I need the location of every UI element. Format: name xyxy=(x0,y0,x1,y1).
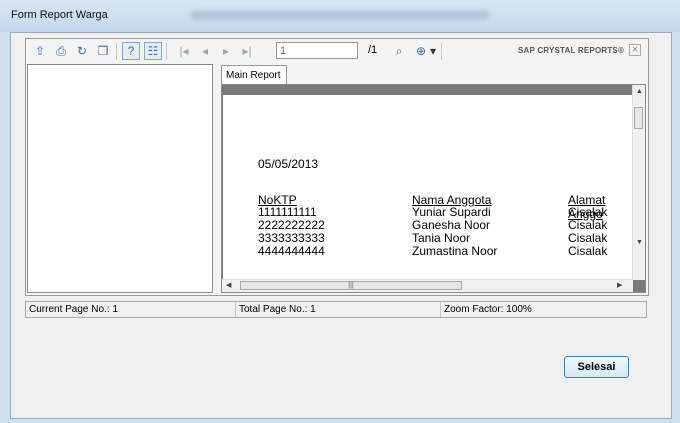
report-date: 05/05/2013 xyxy=(258,157,319,171)
table-cell: Zumastina Noor xyxy=(412,244,498,258)
zoom-dropdown-icon[interactable]: ▾ xyxy=(428,42,438,60)
first-page-icon[interactable]: |◂ xyxy=(175,42,193,60)
vertical-scroll-thumb[interactable] xyxy=(634,107,643,129)
last-page-icon[interactable]: ▸| xyxy=(238,42,256,60)
previous-page-icon[interactable]: ◂ xyxy=(196,42,214,60)
toolbar-separator xyxy=(166,43,167,60)
export-icon[interactable]: ⇧ xyxy=(31,42,49,60)
tab-main-report[interactable]: Main Report xyxy=(221,65,287,84)
copy-icon[interactable]: ❐ xyxy=(94,42,112,60)
table-cell: 4444444444 xyxy=(258,244,325,258)
group-tree-panel[interactable] xyxy=(27,64,213,293)
group-tree-toggle-icon[interactable]: ☷ xyxy=(144,42,162,60)
report-page: 05/05/2013 NoKTP Nama Anggota Alamat Ang… xyxy=(223,95,633,279)
table-cell: Cisalak xyxy=(568,244,608,258)
next-page-icon[interactable]: ▸ xyxy=(217,42,235,60)
window-title: Form Report Warga xyxy=(11,9,108,21)
horizontal-scrollbar[interactable]: ◀ ||| ▶ xyxy=(222,279,633,292)
horizontal-scroll-thumb[interactable]: ||| xyxy=(240,281,462,290)
refresh-icon[interactable]: ↻ xyxy=(73,42,91,60)
status-bar: Current Page No.: 1 Total Page No.: 1 Zo… xyxy=(25,301,647,318)
toolbar-separator xyxy=(116,43,117,60)
help-icon[interactable]: ? xyxy=(122,42,140,60)
vertical-scrollbar[interactable]: ▲ ▼ xyxy=(632,85,645,280)
brand-logo: SAP CRYSTAL REPORTS® xyxy=(518,46,625,55)
scroll-right-icon[interactable]: ▶ xyxy=(617,281,622,289)
find-icon[interactable]: ⌕ xyxy=(390,42,408,60)
page-total-label: /1 xyxy=(368,44,378,56)
report-frame: 05/05/2013 NoKTP Nama Anggota Alamat Ang… xyxy=(221,84,646,293)
scroll-left-icon[interactable]: ◀ xyxy=(226,281,231,289)
toolbar-separator xyxy=(441,43,442,60)
scroll-up-icon[interactable]: ▲ xyxy=(636,88,643,95)
blurred-caption xyxy=(190,10,490,20)
crystal-report-viewer: ⇧ ⎙ ↻ ❐ ? ☷ |◂ ◂ ▸ ▸| 1 /1 ⌕ ⊕ ▾ SAP CRY… xyxy=(25,38,649,296)
status-zoom-factor: Zoom Factor: 100% xyxy=(444,304,532,315)
scroll-down-icon[interactable]: ▼ xyxy=(636,239,643,246)
status-total-page: Total Page No.: 1 xyxy=(236,302,441,317)
print-icon[interactable]: ⎙ xyxy=(52,42,70,60)
title-bar: Form Report Warga xyxy=(0,0,680,32)
status-current-page: Current Page No.: 1 xyxy=(26,302,236,317)
close-icon[interactable]: ✕ xyxy=(629,44,641,56)
viewer-toolbar: ⇧ ⎙ ↻ ❐ ? ☷ |◂ ◂ ▸ ▸| 1 /1 ⌕ ⊕ ▾ SAP CRY… xyxy=(26,39,646,63)
page-number-input[interactable]: 1 xyxy=(276,42,358,59)
selesai-button[interactable]: Selesai xyxy=(564,356,629,378)
